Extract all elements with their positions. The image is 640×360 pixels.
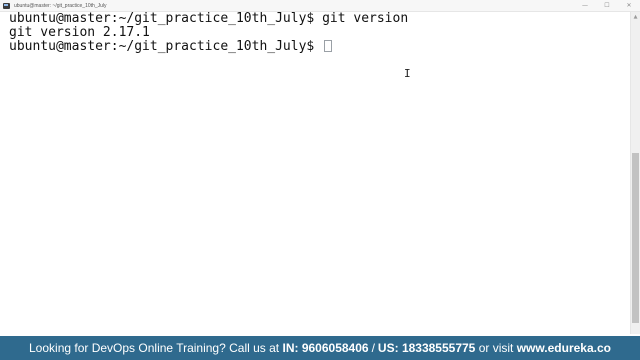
text-cursor xyxy=(324,40,333,52)
scroll-up-icon[interactable]: ▲ xyxy=(631,12,640,21)
terminal-window: ubuntu@master: ~/git_practice_10th_July … xyxy=(0,0,640,360)
scrollbar-thumb[interactable] xyxy=(632,153,639,323)
banner-or-visit: or visit xyxy=(478,341,514,355)
banner-separator: / xyxy=(371,341,375,355)
terminal-line-text: ubuntu@master:~/git_practice_10th_July$ … xyxy=(9,11,409,26)
banner-in-label: IN: xyxy=(282,341,299,355)
banner-site-link[interactable]: www.edureka.co xyxy=(517,341,611,355)
banner-us-label: US: xyxy=(377,341,399,355)
terminal-line-text: git version 2.17.1 xyxy=(9,25,150,40)
banner-in-number: 9606058406 xyxy=(301,341,369,355)
terminal-output[interactable]: ubuntu@master:~/git_practice_10th_July$ … xyxy=(0,12,630,334)
terminal-prompt-text: ubuntu@master:~/git_practice_10th_July$ xyxy=(9,39,323,54)
close-button[interactable]: ✕ xyxy=(618,0,640,11)
terminal-prompt-line: ubuntu@master:~/git_practice_10th_July$ xyxy=(9,40,630,54)
terminal-icon xyxy=(3,2,10,9)
promo-banner: Looking for DevOps Online Training? Call… xyxy=(0,336,640,360)
ibeam-cursor-icon: I xyxy=(404,67,411,80)
terminal-line: ubuntu@master:~/git_practice_10th_July$ … xyxy=(9,12,630,26)
maximize-button[interactable]: ☐ xyxy=(596,0,618,11)
vertical-scrollbar[interactable]: ▲ xyxy=(630,12,640,334)
window-controls: — ☐ ✕ xyxy=(574,0,640,11)
banner-us-number: 18338555775 xyxy=(401,341,476,355)
banner-lead-text: Looking for DevOps Online Training? Call… xyxy=(29,341,280,355)
minimize-button[interactable]: — xyxy=(574,0,596,11)
terminal-line: git version 2.17.1 xyxy=(9,26,630,40)
window-title: ubuntu@master: ~/git_practice_10th_July xyxy=(14,2,107,9)
